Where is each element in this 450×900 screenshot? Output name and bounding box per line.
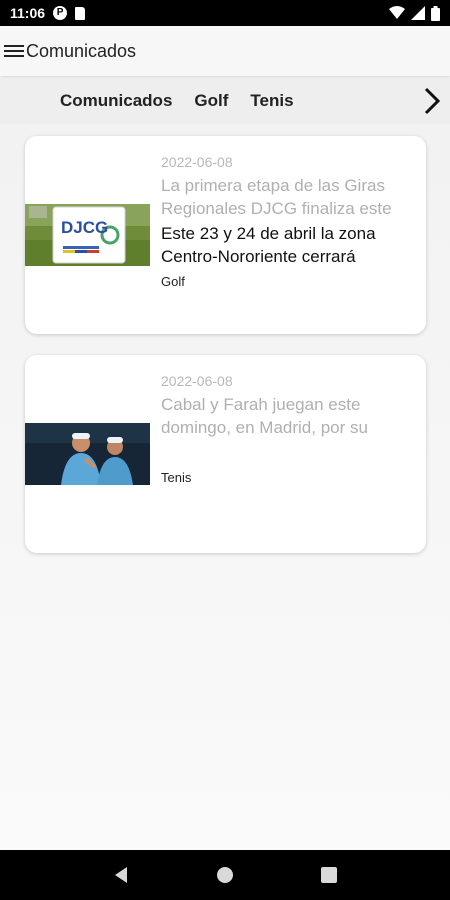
signal-icon xyxy=(411,6,425,20)
card-title: Cabal y Farah juegan este domingo, en Ma… xyxy=(161,395,368,437)
tab-golf[interactable]: Golf xyxy=(194,91,228,111)
status-time: 11:06 xyxy=(10,5,46,21)
home-icon[interactable] xyxy=(216,866,234,884)
card-summary xyxy=(161,441,411,464)
p-icon: P xyxy=(53,6,68,20)
battery-icon xyxy=(431,5,440,21)
card-date: 2022-06-08 xyxy=(161,154,233,170)
golf-sign-text: DJCG xyxy=(61,218,109,237)
sd-card-icon xyxy=(75,6,86,20)
chevron-right-icon[interactable] xyxy=(420,86,444,116)
system-nav-bar xyxy=(0,850,450,900)
status-bar: 11:06 P xyxy=(0,0,450,26)
app-bar: Comunicados xyxy=(0,26,450,76)
tab-comunicados[interactable]: Comunicados xyxy=(60,91,172,111)
recents-icon[interactable] xyxy=(320,867,337,883)
wifi-icon xyxy=(389,6,405,19)
page-title: Comunicados xyxy=(26,40,137,61)
card-date: 2022-06-08 xyxy=(161,373,233,389)
golf-sign-image: DJCG xyxy=(25,204,150,266)
tab-tenis[interactable]: Tenis xyxy=(250,91,293,111)
back-icon[interactable] xyxy=(113,866,129,884)
news-card[interactable]: DJCG 2022-06-08 La primera etapa de las … xyxy=(25,136,426,334)
news-list: DJCG 2022-06-08 La primera etapa de las … xyxy=(0,124,450,850)
card-summary: Este 23 y 24 de abril la zona Centro-Nor… xyxy=(161,224,376,266)
tab-bar: Comunicados Golf Tenis xyxy=(0,78,450,124)
news-card[interactable]: 2022-06-08 Cabal y Farah juegan este dom… xyxy=(25,355,426,553)
menu-icon[interactable] xyxy=(4,43,24,59)
card-title: La primera etapa de las Giras Regionales… xyxy=(161,176,392,218)
tennis-players-image xyxy=(25,423,150,485)
card-category: Golf xyxy=(161,274,185,289)
card-category: Tenis xyxy=(161,470,192,485)
